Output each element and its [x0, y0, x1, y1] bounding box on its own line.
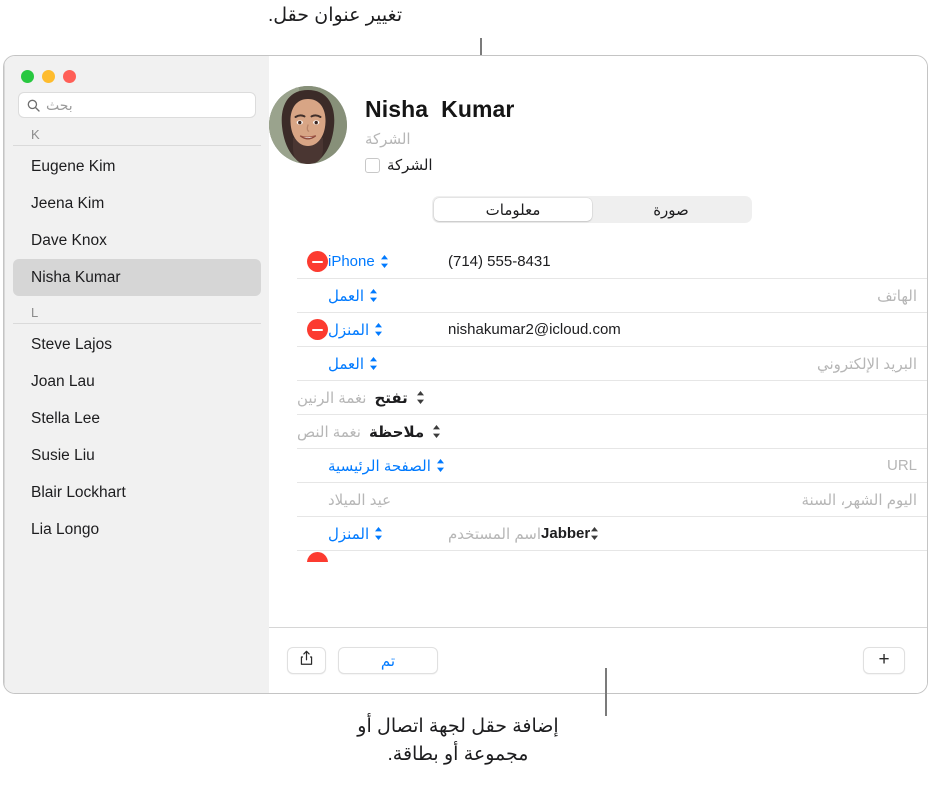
company-field-placeholder[interactable]: الشركة: [365, 130, 411, 148]
field-row-content: اسم المستخدم Jabber: [448, 525, 917, 543]
list-item[interactable]: Steve Lajos: [13, 326, 261, 363]
contact-card-header: Nisha Kumar الشركة الشركة: [269, 56, 927, 174]
chevron-updown-icon[interactable]: [369, 288, 378, 303]
company-checkbox[interactable]: [365, 157, 380, 173]
field-row-texttone: نغمة النص ملاحظة: [297, 415, 927, 449]
sidebar-section-header-k: K: [13, 118, 261, 146]
toolbar-left-group: تم: [287, 647, 438, 674]
company-checkbox-row[interactable]: الشركة: [365, 156, 433, 174]
search-placeholder-text: بحث: [46, 96, 73, 113]
field-value-placeholder[interactable]: الهاتف: [448, 287, 917, 305]
chevron-updown-icon[interactable]: [416, 390, 425, 405]
share-button[interactable]: [287, 647, 326, 674]
list-item[interactable]: Susie Liu: [13, 437, 261, 474]
field-label[interactable]: iPhone: [328, 253, 375, 270]
field-row-content: نغمة النص ملاحظة: [297, 423, 917, 441]
field-label-cell[interactable]: المنزل: [328, 525, 448, 543]
field-value[interactable]: ملاحظة: [369, 423, 424, 441]
field-label[interactable]: الصفحة الرئيسية: [328, 457, 431, 475]
chevron-updown-icon[interactable]: [380, 254, 389, 269]
field-row-partial: [297, 551, 927, 563]
field-label-cell[interactable]: العمل: [328, 287, 448, 305]
contact-card-body: Nisha Kumar الشركة الشركة معلومات صورة i…: [269, 56, 927, 627]
add-field-button[interactable]: +: [863, 647, 905, 674]
field-label-cell[interactable]: المنزل: [328, 321, 448, 339]
avatar[interactable]: [269, 86, 347, 164]
field-value-placeholder[interactable]: URL: [448, 457, 917, 474]
share-icon: [299, 650, 314, 671]
field-label[interactable]: العمل: [328, 355, 364, 373]
field-row-birthday: عيد الميلاد اليوم الشهر، السنة: [297, 483, 927, 517]
chevron-updown-icon[interactable]: [374, 322, 383, 337]
callout-leader-line-bottom: [605, 668, 607, 716]
remove-field-icon[interactable]: [307, 552, 328, 562]
minimize-window-button[interactable]: [42, 70, 55, 83]
callout-text-top: تغيير عنوان حقل.: [268, 5, 403, 26]
field-value-placeholder[interactable]: اليوم الشهر، السنة: [448, 491, 917, 509]
sidebar-section-header-l: L: [13, 296, 261, 324]
field-label[interactable]: المنزل: [328, 321, 369, 339]
search-input[interactable]: بحث: [18, 92, 256, 118]
card-toolbar: تم +: [269, 627, 927, 693]
close-window-button[interactable]: [63, 70, 76, 83]
field-label: نغمة النص: [297, 423, 361, 441]
field-label-cell[interactable]: الصفحة الرئيسية: [328, 457, 448, 475]
callout-text-bottom: إضافة حقل لجهة اتصال أو مجموعة أو بطاقة.: [357, 716, 559, 765]
field-value[interactable]: (714) 555-8431: [448, 253, 917, 270]
field-label-cell: عيد الميلاد: [328, 491, 448, 509]
chevron-updown-icon[interactable]: [432, 424, 441, 439]
field-label-cell[interactable]: iPhone: [328, 253, 448, 270]
tab-photo[interactable]: صورة: [592, 198, 750, 221]
field-row-phone-iphone: iPhone (714) 555-8431: [297, 245, 927, 279]
list-item[interactable]: Blair Lockhart: [13, 474, 261, 511]
list-item-selected[interactable]: Nisha Kumar: [13, 259, 261, 296]
list-item[interactable]: Eugene Kim: [13, 148, 261, 185]
remove-field-icon[interactable]: [307, 319, 328, 340]
contact-name-block: Nisha Kumar الشركة الشركة: [365, 86, 514, 174]
field-row-phone-work: العمل الهاتف: [297, 279, 927, 313]
card-tabs: معلومات صورة: [432, 196, 752, 223]
field-label[interactable]: المنزل: [328, 525, 369, 543]
field-label[interactable]: العمل: [328, 287, 364, 305]
list-item[interactable]: Dave Knox: [13, 222, 261, 259]
field-value[interactable]: تفتح: [374, 389, 407, 407]
field-value-placeholder[interactable]: البريد الإلكتروني: [448, 355, 917, 373]
list-item[interactable]: Jeena Kim: [13, 185, 261, 222]
contacts-window: بحث K Eugene Kim Jeena Kim Dave Knox Nis…: [3, 55, 928, 694]
window-traffic-lights: [21, 56, 76, 83]
contact-name[interactable]: Nisha Kumar: [365, 96, 514, 123]
field-row-ringtone: نغمة الرنين تفتح: [297, 381, 927, 415]
field-row-jabber: المنزل اسم المستخدم Jabber: [297, 517, 927, 551]
field-row-email-work: العمل البريد الإلكتروني: [297, 347, 927, 381]
tab-info[interactable]: معلومات: [434, 198, 592, 221]
list-item[interactable]: Joan Lau: [13, 363, 261, 400]
list-item[interactable]: Lia Longo: [13, 511, 261, 548]
field-value[interactable]: nishakumar2@icloud.com: [448, 321, 917, 338]
field-row-content: نغمة الرنين تفتح: [297, 389, 917, 407]
sidebar-contact-list-k: Eugene Kim Jeena Kim Dave Knox Nisha Kum…: [5, 146, 269, 296]
field-label: عيد الميلاد: [328, 491, 392, 509]
search-icon: [27, 99, 40, 112]
chevron-updown-icon[interactable]: [590, 526, 599, 541]
zoom-window-button[interactable]: [21, 70, 34, 83]
field-row-homepage-url: الصفحة الرئيسية URL: [297, 449, 927, 483]
contact-card: Nisha Kumar الشركة الشركة معلومات صورة i…: [269, 56, 927, 693]
field-value-placeholder[interactable]: اسم المستخدم: [448, 525, 541, 543]
contacts-sidebar: بحث K Eugene Kim Jeena Kim Dave Knox Nis…: [4, 56, 269, 693]
done-button[interactable]: تم: [338, 647, 438, 674]
sidebar-contact-list-l: Steve Lajos Joan Lau Stella Lee Susie Li…: [5, 324, 269, 548]
search-field-wrapper: بحث: [5, 83, 269, 118]
chevron-updown-icon[interactable]: [436, 458, 445, 473]
field-label-cell[interactable]: العمل: [328, 355, 448, 373]
company-checkbox-label: الشركة: [387, 157, 433, 174]
plus-icon: +: [878, 649, 890, 670]
remove-field-icon[interactable]: [307, 251, 328, 272]
list-item[interactable]: Stella Lee: [13, 400, 261, 437]
field-service-name[interactable]: Jabber: [541, 525, 590, 542]
contact-fields: iPhone (714) 555-8431 العمل الهاتف المنز…: [269, 245, 927, 563]
chevron-updown-icon[interactable]: [374, 526, 383, 541]
field-row-email-home: المنزل nishakumar2@icloud.com: [297, 313, 927, 347]
chevron-updown-icon[interactable]: [369, 356, 378, 371]
field-label: نغمة الرنين: [297, 389, 367, 407]
